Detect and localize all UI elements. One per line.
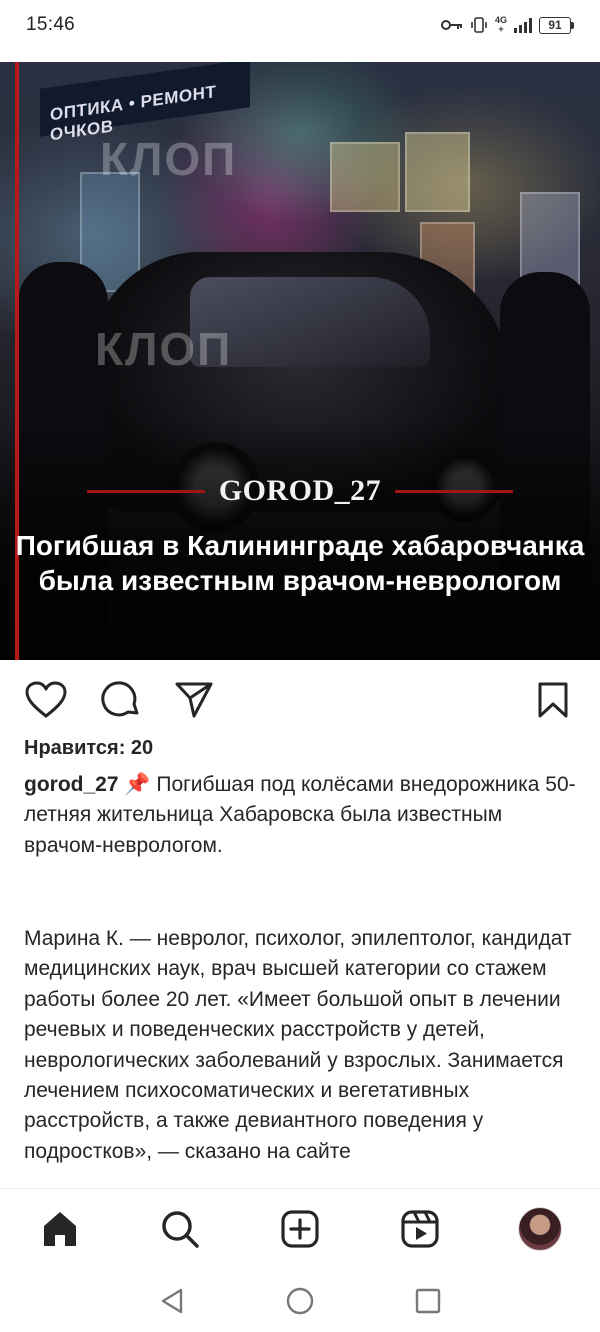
post-caption: gorod_27 📌 Погибшая под колёсами внедоро… <box>24 770 584 861</box>
nav-home[interactable] <box>38 1207 82 1251</box>
battery-icon: 91 <box>539 16 574 34</box>
signal-icon <box>514 17 532 33</box>
send-icon <box>175 682 213 718</box>
post-image[interactable]: ОПТИКА • РЕМОНТ ОЧКОВ КЛОП КЛОП GOROD_27… <box>0 62 600 660</box>
create-icon <box>281 1210 319 1248</box>
status-bar: 15:46 4G + 91 <box>0 0 600 50</box>
home-icon <box>44 1212 76 1246</box>
like-button[interactable] <box>22 676 70 724</box>
system-home-button[interactable] <box>285 1286 315 1316</box>
watermark: КЛОП <box>95 323 233 375</box>
image-brand: GOROD_27 <box>0 474 600 508</box>
recents-icon <box>415 1288 441 1314</box>
bookmark-icon <box>538 682 568 718</box>
image-headline: Погибшая в Калининграде хабаровчанка был… <box>15 530 585 596</box>
comment-icon <box>101 681 139 717</box>
share-button[interactable] <box>170 676 218 724</box>
vibrate-icon <box>471 17 487 33</box>
bottom-nav <box>0 1188 600 1270</box>
nav-profile[interactable] <box>518 1207 562 1251</box>
comment-button[interactable] <box>97 676 145 724</box>
reels-icon <box>401 1210 439 1248</box>
pin-emoji: 📌 <box>124 773 151 796</box>
nav-search[interactable] <box>158 1207 202 1251</box>
heart-icon <box>25 681 67 718</box>
profile-avatar <box>518 1207 562 1251</box>
home-circle-icon <box>286 1287 314 1315</box>
system-nav <box>0 1270 600 1332</box>
network-type: 4G + <box>494 15 507 34</box>
brand-label: GOROD_27 <box>218 474 382 507</box>
caption-body: Марина К. — невролог, психолог, эпилепто… <box>24 927 572 1163</box>
watermark: КЛОП <box>100 133 238 185</box>
username-link[interactable]: gorod_27 <box>24 773 119 796</box>
post-actions <box>0 676 600 724</box>
status-time: 15:46 <box>26 14 76 35</box>
nav-reels[interactable] <box>398 1207 442 1251</box>
nav-create[interactable] <box>278 1207 322 1251</box>
search-icon <box>162 1211 199 1248</box>
battery-level: 91 <box>539 16 571 34</box>
save-button[interactable] <box>529 676 577 724</box>
likes-count[interactable]: Нравится: 20 <box>24 737 153 760</box>
status-icons: 4G + 91 <box>440 15 574 34</box>
system-recents-button[interactable] <box>413 1286 443 1316</box>
key-icon <box>440 20 462 30</box>
back-icon <box>161 1288 183 1314</box>
system-back-button[interactable] <box>157 1286 187 1316</box>
